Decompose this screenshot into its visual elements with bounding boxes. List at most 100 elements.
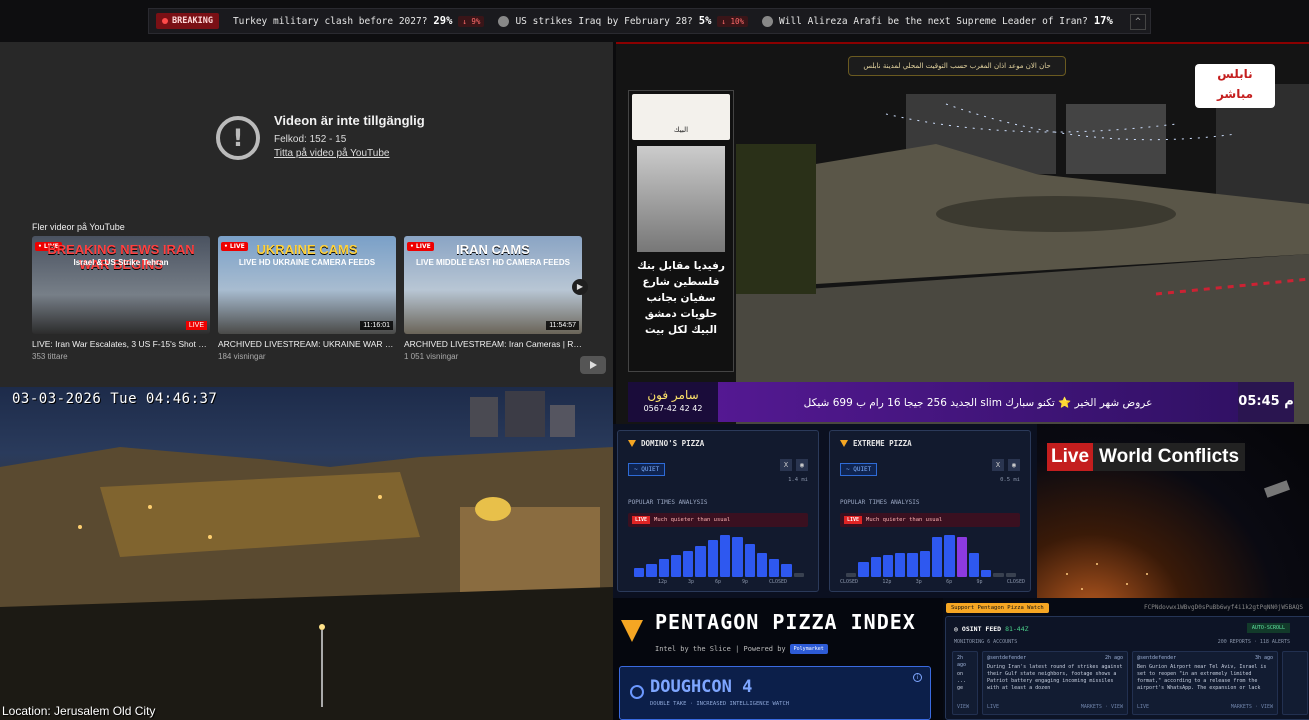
youtube-logo-icon[interactable] — [580, 356, 606, 374]
pizza-card: EXTREME PIZZA ~ QUIET X ◉ 0.5 mi POPULAR … — [829, 430, 1031, 592]
video-card[interactable]: • LIVE IRAN CAMS LIVE MIDDLE EAST HD CAM… — [404, 236, 582, 361]
post-author[interactable]: @sentdefender — [987, 655, 1026, 662]
top-bar: BREAKING Turkey military clash before 20… — [0, 0, 1309, 42]
live-link[interactable]: LIVE — [987, 704, 999, 711]
popular-times-bar — [907, 552, 918, 577]
auto-scroll-toggle[interactable]: AUTO-SCROLL — [1246, 623, 1290, 633]
ad-image — [637, 146, 725, 252]
polymarket-badge[interactable]: Polymarket — [789, 644, 828, 654]
reports-count: 200 REPORTS · 118 ALERTS — [1217, 639, 1290, 645]
duration-badge: LIVE — [185, 321, 207, 330]
market-question: Turkey military clash before 2027? — [232, 15, 428, 27]
osint-box: ◎ OSINT FEED 81-44Z AUTO-SCROLL MONITORING… — [945, 616, 1309, 720]
video-card[interactable]: • LIVE BREAKING NEWS IRAN WAR BEGINS Isr… — [32, 236, 210, 361]
live-tag: LIVE — [632, 516, 651, 524]
market-item[interactable]: Turkey military clash before 2027? 29% ↓… — [233, 15, 485, 27]
video-title[interactable]: ARCHIVED LIVESTREAM: Iran Cameras | Re..… — [404, 339, 582, 349]
chart-xlabel: 6p — [714, 579, 721, 585]
popular-times-bar — [919, 550, 930, 577]
popular-times-bar — [695, 546, 706, 577]
support-button[interactable]: Support Pentagon Pizza Watch — [946, 603, 1049, 613]
list-item[interactable] — [1282, 651, 1308, 715]
market-icon — [498, 15, 510, 27]
video-title[interactable]: ARCHIVED LIVESTREAM: UKRAINE WAR C... — [218, 339, 396, 349]
video-meta: 353 tittare — [32, 352, 68, 361]
camera-timestamp: 03-03-2026 Tue 04:46:37 — [12, 391, 218, 407]
popular-times-bar — [756, 552, 768, 577]
post-author-row: @sentdefender 2h ago — [987, 655, 1123, 662]
video-meta: 184 visningar — [218, 352, 266, 361]
live-status: LIVE Much quieter than usual — [840, 513, 1020, 527]
popular-times-bar — [719, 535, 731, 577]
x-icon[interactable]: X — [992, 459, 1004, 471]
pizza-tracker-panel: DOMINO'S PIZZA ~ QUIET X ◉ 1.4 mi POPULAR… — [613, 424, 1037, 598]
live-link[interactable]: LIVE — [1137, 704, 1149, 711]
radar-icon — [630, 685, 644, 699]
info-icon[interactable]: i — [913, 673, 922, 682]
nablus-live-logo: نابلس مباشر — [1195, 64, 1275, 108]
osint-count: 81-44Z — [1005, 625, 1029, 633]
pentagon-pizza-index: PENTAGON PIZZA INDEX Intel by the Slice … — [613, 598, 943, 720]
post-age: 3h ago — [1254, 655, 1273, 661]
video-thumbnail[interactable]: • LIVE UKRAINE CAMS LIVE HD UKRAINE CAME… — [218, 236, 396, 334]
pizza-card: DOMINO'S PIZZA ~ QUIET X ◉ 1.4 mi POPULAR… — [617, 430, 819, 592]
chevron-right-icon[interactable]: ▶ — [572, 279, 588, 295]
doughcon-card: DOUGHCON 4 DOUBLE TAKE · INCREASED INTEL… — [619, 666, 931, 720]
alert-dot-icon — [162, 18, 168, 24]
store-name-label: DOMINO'S PIZZA — [641, 439, 705, 448]
logo-line1: نابلس — [1217, 67, 1253, 81]
video-thumbnail[interactable]: • LIVE BREAKING NEWS IRAN WAR BEGINS Isr… — [32, 236, 210, 334]
popular-times-bar — [732, 537, 743, 577]
conflicts-title: Live World Conflicts — [1047, 443, 1246, 471]
popular-times-bar — [981, 570, 992, 577]
osint-feed-panel: Support Pentagon Pizza Watch FCPNdovwx1W… — [943, 598, 1309, 720]
post-footer: LIVE MARKETS · VIEW — [1137, 704, 1273, 711]
chart-xlabel: 12p — [882, 579, 892, 585]
crawl-brand: سامر فون 0567-42 42 42 — [628, 382, 718, 422]
popular-times-bar — [646, 563, 657, 577]
chart-xlabel: 3p — [915, 579, 922, 585]
popular-times-bar — [707, 539, 718, 577]
live-tag: LIVE — [844, 516, 863, 524]
status-badge: ~ QUIET — [628, 463, 666, 476]
video-title[interactable]: LIVE: Iran War Escalates, 3 US F-15's Sh… — [32, 339, 210, 349]
popular-times-bar — [968, 552, 980, 577]
post-author[interactable]: @sentdefender — [1137, 655, 1176, 662]
chart-xlabel: 3p — [687, 579, 695, 585]
store-name: DOMINO'S PIZZA — [628, 439, 808, 448]
doughcon-level: DOUGHCON 4 — [650, 677, 753, 697]
store-name-label: EXTREME PIZZA — [853, 439, 912, 448]
live-label: Live — [1047, 443, 1094, 471]
market-item[interactable]: Will Alireza Arafi be the next Supreme L… — [762, 15, 1113, 27]
market-question: Will Alireza Arafi be the next Supreme L… — [779, 15, 1088, 27]
chart-xlabel: CLOSED — [768, 579, 787, 585]
popular-times-bar — [858, 561, 869, 577]
monitoring-label: MONITORING 6 ACCOUNTS — [954, 639, 1018, 645]
eye-icon[interactable]: ◉ — [796, 459, 808, 471]
list-item[interactable]: 2h ago on ... ge VIEW — [952, 651, 978, 715]
market-change: ↓ 10% — [717, 15, 748, 27]
city-scene — [0, 391, 613, 720]
watch-on-youtube-link[interactable]: Titta på video på YouTube — [274, 148, 425, 159]
collapse-button[interactable]: ^ — [1130, 14, 1146, 30]
live-text: Much quieter than usual — [654, 517, 731, 523]
market-pct: 17% — [1093, 15, 1113, 27]
list-item[interactable]: @sentdefender 3h ago Ben Gurion Airport n… — [1132, 651, 1278, 715]
view-link[interactable]: VIEW — [957, 704, 969, 711]
ad-brand: البيك — [632, 94, 730, 140]
osint-header: ◎ OSINT FEED 81-44Z — [954, 625, 1029, 633]
popular-times-bar — [744, 544, 755, 577]
video-card[interactable]: • LIVE UKRAINE CAMS LIVE HD UKRAINE CAME… — [218, 236, 396, 361]
chart-xlabel: CLOSED — [840, 579, 859, 585]
eye-icon[interactable]: ◉ — [1008, 459, 1020, 471]
video-thumbnail[interactable]: • LIVE IRAN CAMS LIVE MIDDLE EAST HD CAM… — [404, 236, 582, 334]
duration-badge: 11:54:57 — [546, 321, 579, 330]
popular-times-bar — [931, 537, 943, 577]
thumbnail-subline: LIVE MIDDLE EAST HD CAMERA FEEDS — [416, 258, 570, 267]
x-icon[interactable]: X — [780, 459, 792, 471]
market-item[interactable]: US strikes Iraq by February 28? 5% ↓ 10% — [498, 15, 748, 27]
view-link[interactable]: MARKETS · VIEW — [1231, 704, 1273, 711]
news-crawl: سامر فون 0567-42 42 42 عروض شهر الخير ⭐ ت… — [628, 382, 1294, 422]
view-link[interactable]: MARKETS · VIEW — [1081, 704, 1123, 711]
list-item[interactable]: @sentdefender 2h ago During Iran's latest… — [982, 651, 1128, 715]
